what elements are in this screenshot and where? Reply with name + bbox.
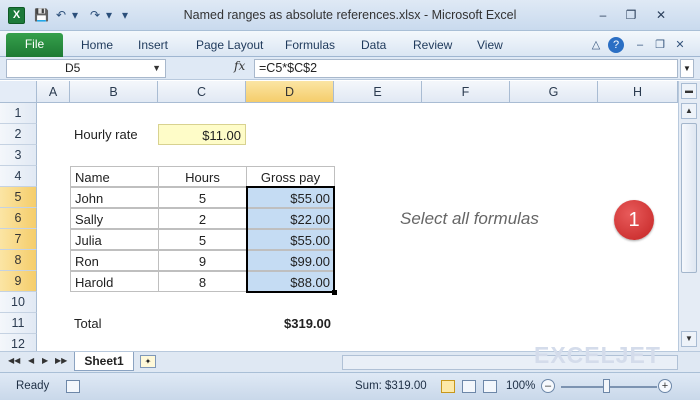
row-header-11[interactable]: 11	[0, 313, 37, 334]
header-name[interactable]: Name	[70, 166, 159, 187]
tab-review[interactable]: Review	[413, 38, 452, 52]
zoom-in-icon[interactable]: +	[658, 379, 672, 393]
scroll-down-icon[interactable]: ▼	[681, 331, 697, 347]
exceljet-watermark: EXCELJET	[534, 342, 661, 368]
scroll-thumb[interactable]	[681, 123, 697, 273]
employee-hours-cell[interactable]: 8	[158, 271, 247, 292]
page-layout-view-icon[interactable]	[462, 380, 476, 393]
row-header-7[interactable]: 7	[0, 229, 37, 250]
header-gross-pay[interactable]: Gross pay	[246, 166, 335, 187]
zoom-slider-knob[interactable]	[603, 379, 610, 393]
vertical-scrollbar[interactable]: ▬ ▲ ▼	[678, 81, 700, 351]
scroll-up-icon[interactable]: ▲	[681, 103, 697, 119]
instruction-text: Select all formulas	[400, 209, 539, 228]
zoom-out-icon[interactable]: –	[541, 379, 555, 393]
fill-handle[interactable]	[332, 290, 337, 295]
gross-pay-cell[interactable]: $55.00	[246, 187, 335, 208]
restore-icon[interactable]: ❐	[620, 7, 642, 23]
macro-record-icon[interactable]	[66, 380, 80, 393]
tab-page-layout[interactable]: Page Layout	[196, 38, 263, 52]
hourly-rate-label[interactable]: Hourly rate	[70, 124, 158, 145]
column-header-a[interactable]: A	[37, 81, 70, 103]
employee-name-cell[interactable]: Julia	[70, 229, 159, 250]
insert-sheet-icon[interactable]: ✦	[140, 355, 156, 368]
column-header-e[interactable]: E	[334, 81, 422, 103]
gross-pay-cell[interactable]: $22.00	[246, 208, 335, 229]
tab-data[interactable]: Data	[361, 38, 386, 52]
worksheet-grid[interactable]: ABCDEFGH 1 2 3 4 5 6 7 8 9 10 11 12 Hourly rate $11…	[0, 81, 678, 355]
select-all-corner[interactable]	[0, 81, 37, 103]
workbook-close-icon[interactable]: ✕	[672, 37, 688, 53]
help-icon[interactable]: ?	[608, 37, 624, 53]
row-header-6[interactable]: 6	[0, 208, 37, 229]
employee-hours-cell[interactable]: 5	[158, 229, 247, 250]
step-badge: 1	[614, 200, 654, 240]
employee-name-cell[interactable]: John	[70, 187, 159, 208]
expand-formula-bar-icon[interactable]: ▼	[680, 59, 694, 78]
workbook-minimize-icon[interactable]: –	[632, 37, 648, 53]
name-box-value: D5	[65, 61, 81, 75]
ribbon-tabs: File Home Insert Page Layout Formulas Da…	[0, 31, 700, 57]
column-header-b[interactable]: B	[70, 81, 158, 103]
row-header-10[interactable]: 10	[0, 292, 37, 313]
row-header-9[interactable]: 9	[0, 271, 37, 292]
formula-input[interactable]: =C5*$C$2	[254, 59, 678, 78]
zoom-level[interactable]: 100%	[506, 380, 535, 392]
hourly-rate-value[interactable]: $11.00	[158, 124, 246, 145]
normal-view-icon[interactable]	[441, 380, 455, 393]
tab-view[interactable]: View	[477, 38, 503, 52]
close-icon[interactable]: ✕	[650, 7, 672, 23]
tab-insert[interactable]: Insert	[138, 38, 168, 52]
header-hours[interactable]: Hours	[158, 166, 247, 187]
employee-hours-cell[interactable]: 2	[158, 208, 247, 229]
employee-name-cell[interactable]: Harold	[70, 271, 159, 292]
row-header-8[interactable]: 8	[0, 250, 37, 271]
column-header-d[interactable]: D	[246, 81, 334, 103]
prev-sheet-icon[interactable]: ◀	[28, 356, 34, 365]
first-sheet-icon[interactable]: ◀◀	[8, 356, 20, 365]
row-header-5[interactable]: 5	[0, 187, 37, 208]
sheet-tabs-bar: ◀◀ ◀ ▶ ▶▶ Sheet1 ✦ EXCELJET	[0, 342, 700, 372]
column-header-f[interactable]: F	[422, 81, 510, 103]
tab-formulas[interactable]: Formulas	[285, 38, 335, 52]
status-bar: Ready Sum: $319.00 100% – +	[0, 372, 700, 400]
next-sheet-icon[interactable]: ▶	[42, 356, 48, 365]
name-box[interactable]: D5 ▼	[6, 59, 166, 78]
status-mode: Ready	[16, 380, 50, 392]
employee-name-cell[interactable]: Sally	[70, 208, 159, 229]
tab-file[interactable]: File	[6, 33, 63, 57]
column-header-c[interactable]: C	[158, 81, 246, 103]
insert-function-icon[interactable]: fx	[234, 59, 245, 73]
collapse-ribbon-icon[interactable]: △	[588, 37, 604, 53]
column-header-h[interactable]: H	[598, 81, 678, 103]
column-header-g[interactable]: G	[510, 81, 598, 103]
employee-hours-cell[interactable]: 5	[158, 187, 247, 208]
tab-home[interactable]: Home	[81, 38, 113, 52]
row-header-2[interactable]: 2	[0, 124, 37, 145]
split-handle-icon[interactable]: ▬	[681, 83, 697, 99]
employee-hours-cell[interactable]: 9	[158, 250, 247, 271]
status-sum: Sum: $319.00	[355, 380, 427, 392]
sheet-tab-sheet1[interactable]: Sheet1	[74, 352, 134, 371]
gross-pay-cell[interactable]: $88.00	[246, 271, 335, 292]
total-value[interactable]: $319.00	[246, 313, 335, 334]
workbook-restore-icon[interactable]: ❐	[652, 37, 668, 53]
row-header-1[interactable]: 1	[0, 103, 37, 124]
row-header-4[interactable]: 4	[0, 166, 37, 187]
title-bar: X 💾 ↶ ▾ ↷ ▾ ▾ Named ranges as absolute r…	[0, 0, 700, 31]
formula-bar: D5 ▼ fx =C5*$C$2 ▼	[0, 57, 700, 80]
total-label[interactable]: Total	[70, 313, 158, 334]
minimize-icon[interactable]: –	[592, 7, 614, 23]
gross-pay-cell[interactable]: $99.00	[246, 250, 335, 271]
row-header-3[interactable]: 3	[0, 145, 37, 166]
page-break-view-icon[interactable]	[483, 380, 497, 393]
last-sheet-icon[interactable]: ▶▶	[55, 356, 67, 365]
employee-name-cell[interactable]: Ron	[70, 250, 159, 271]
gross-pay-cell[interactable]: $55.00	[246, 229, 335, 250]
chevron-down-icon[interactable]: ▼	[152, 60, 161, 77]
